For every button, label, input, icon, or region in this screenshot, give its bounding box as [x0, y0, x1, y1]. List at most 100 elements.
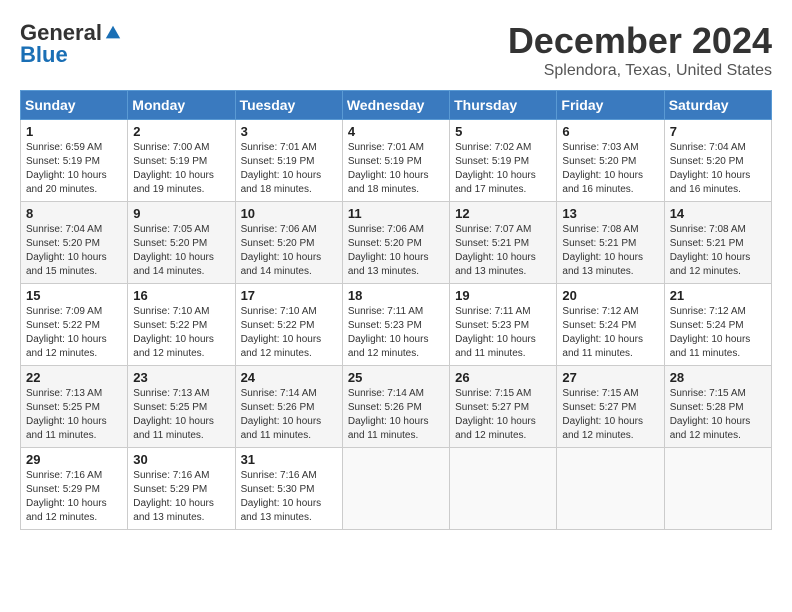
day-number: 3 — [241, 124, 337, 139]
day-info: Sunrise: 7:15 AMSunset: 5:27 PMDaylight:… — [562, 387, 658, 443]
day-info: Sunrise: 7:01 AMSunset: 5:19 PMDaylight:… — [348, 141, 444, 197]
calendar-day-cell: 5 Sunrise: 7:02 AMSunset: 5:19 PMDaylight… — [450, 120, 557, 202]
calendar-day-cell: 10 Sunrise: 7:06 AMSunset: 5:20 PMDayligh… — [235, 202, 342, 284]
day-number: 6 — [562, 124, 658, 139]
calendar-day-cell: 3 Sunrise: 7:01 AMSunset: 5:19 PMDaylight… — [235, 120, 342, 202]
weekday-header: Thursday — [450, 91, 557, 120]
calendar-day-cell: 22Sunrise: 7:13 AMSunset: 5:25 PMDayligh… — [21, 366, 128, 448]
day-info: Sunrise: 7:06 AMSunset: 5:20 PMDaylight:… — [348, 223, 444, 279]
calendar-day-cell: 29Sunrise: 7:16 AMSunset: 5:29 PMDayligh… — [21, 448, 128, 530]
calendar-day-cell — [342, 448, 449, 530]
day-number: 15 — [26, 288, 122, 303]
logo-icon — [104, 24, 122, 42]
calendar-day-cell: 4 Sunrise: 7:01 AMSunset: 5:19 PMDaylight… — [342, 120, 449, 202]
day-info: Sunrise: 7:03 AMSunset: 5:20 PMDaylight:… — [562, 141, 658, 197]
day-number: 21 — [670, 288, 766, 303]
calendar-day-cell: 7Sunrise: 7:04 AMSunset: 5:20 PMDaylight… — [664, 120, 771, 202]
calendar-day-cell: 12Sunrise: 7:07 AMSunset: 5:21 PMDayligh… — [450, 202, 557, 284]
calendar-day-cell: 17 Sunrise: 7:10 AMSunset: 5:22 PMDayligh… — [235, 284, 342, 366]
logo: General Blue — [20, 20, 122, 68]
calendar-week-row: 22 Sunrise: 7:13 AMSunset: 5:25 PMDayligh… — [21, 366, 772, 448]
day-info: Sunrise: 7:14 AMSunset: 5:26 PMDaylight:… — [241, 387, 337, 443]
location-title: Splendora, Texas, United States — [508, 62, 772, 80]
weekday-header: Sunday — [21, 91, 128, 120]
day-number: 20 — [562, 288, 658, 303]
calendar-day-cell — [450, 448, 557, 530]
day-info: Sunrise: 7:11 AMSunset: 5:23 PMDaylight:… — [348, 305, 444, 361]
calendar-day-cell: 15 Sunrise: 7:09 AMSunset: 5:22 PMDayligh… — [21, 284, 128, 366]
calendar-day-cell: 1 Sunrise: 6:59 AMSunset: 5:19 PMDaylight… — [21, 120, 128, 202]
calendar-header-row: SundayMondayTuesdayWednesdayThursdayFrid… — [21, 91, 772, 120]
day-info: Sunrise: 7:09 AMSunset: 5:22 PMDaylight:… — [26, 305, 122, 361]
day-info: Sunrise: 7:14 AMSunset: 5:26 PMDaylight:… — [348, 387, 444, 443]
day-number: 8 — [26, 206, 122, 221]
calendar-table: SundayMondayTuesdayWednesdayThursdayFrid… — [20, 90, 772, 530]
calendar-day-cell: 2 Sunrise: 7:00 AMSunset: 5:19 PMDaylight… — [128, 120, 235, 202]
calendar-day-cell: 6 Sunrise: 7:03 AMSunset: 5:20 PMDaylight… — [557, 120, 664, 202]
page-header: General Blue December 2024 Splendora, Te… — [20, 20, 772, 80]
day-info: Sunrise: 7:16 AMSunset: 5:29 PMDaylight:… — [26, 469, 122, 525]
day-info: Sunrise: 7:01 AMSunset: 5:19 PMDaylight:… — [241, 141, 337, 197]
day-info: Sunrise: 7:12 AMSunset: 5:24 PMDaylight:… — [670, 305, 766, 361]
calendar-day-cell — [557, 448, 664, 530]
calendar-day-cell: 25 Sunrise: 7:14 AMSunset: 5:26 PMDayligh… — [342, 366, 449, 448]
day-info: Sunrise: 7:08 AMSunset: 5:21 PMDaylight:… — [562, 223, 658, 279]
day-number: 19 — [455, 288, 551, 303]
calendar-day-cell: 11 Sunrise: 7:06 AMSunset: 5:20 PMDayligh… — [342, 202, 449, 284]
calendar-day-cell: 30 Sunrise: 7:16 AMSunset: 5:29 PMDayligh… — [128, 448, 235, 530]
day-number: 27 — [562, 370, 658, 385]
day-info: Sunrise: 7:07 AMSunset: 5:21 PMDaylight:… — [455, 223, 551, 279]
calendar-day-cell: 31Sunrise: 7:16 AMSunset: 5:30 PMDayligh… — [235, 448, 342, 530]
calendar-week-row: 15 Sunrise: 7:09 AMSunset: 5:22 PMDayligh… — [21, 284, 772, 366]
day-number: 9 — [133, 206, 229, 221]
calendar-day-cell — [664, 448, 771, 530]
day-number: 17 — [241, 288, 337, 303]
day-info: Sunrise: 7:00 AMSunset: 5:19 PMDaylight:… — [133, 141, 229, 197]
day-number: 25 — [348, 370, 444, 385]
calendar-day-cell: 19 Sunrise: 7:11 AMSunset: 5:23 PMDayligh… — [450, 284, 557, 366]
day-number: 22 — [26, 370, 122, 385]
day-info: Sunrise: 7:06 AMSunset: 5:20 PMDaylight:… — [241, 223, 337, 279]
day-number: 10 — [241, 206, 337, 221]
day-number: 24 — [241, 370, 337, 385]
calendar-day-cell: 16 Sunrise: 7:10 AMSunset: 5:22 PMDayligh… — [128, 284, 235, 366]
day-number: 2 — [133, 124, 229, 139]
calendar-day-cell: 23Sunrise: 7:13 AMSunset: 5:25 PMDayligh… — [128, 366, 235, 448]
title-area: December 2024 Splendora, Texas, United S… — [508, 20, 772, 80]
calendar-day-cell: 13 Sunrise: 7:08 AMSunset: 5:21 PMDayligh… — [557, 202, 664, 284]
day-info: Sunrise: 7:12 AMSunset: 5:24 PMDaylight:… — [562, 305, 658, 361]
calendar-day-cell: 28Sunrise: 7:15 AMSunset: 5:28 PMDayligh… — [664, 366, 771, 448]
day-info: Sunrise: 7:13 AMSunset: 5:25 PMDaylight:… — [133, 387, 229, 443]
calendar-day-cell: 21 Sunrise: 7:12 AMSunset: 5:24 PMDayligh… — [664, 284, 771, 366]
day-number: 4 — [348, 124, 444, 139]
calendar-day-cell: 27 Sunrise: 7:15 AMSunset: 5:27 PMDayligh… — [557, 366, 664, 448]
calendar-week-row: 8Sunrise: 7:04 AMSunset: 5:20 PMDaylight… — [21, 202, 772, 284]
day-info: Sunrise: 7:05 AMSunset: 5:20 PMDaylight:… — [133, 223, 229, 279]
day-number: 13 — [562, 206, 658, 221]
month-title: December 2024 — [508, 20, 772, 62]
day-number: 14 — [670, 206, 766, 221]
day-number: 11 — [348, 206, 444, 221]
day-number: 18 — [348, 288, 444, 303]
day-info: Sunrise: 7:04 AMSunset: 5:20 PMDaylight:… — [670, 141, 766, 197]
day-info: Sunrise: 7:11 AMSunset: 5:23 PMDaylight:… — [455, 305, 551, 361]
day-info: Sunrise: 7:10 AMSunset: 5:22 PMDaylight:… — [133, 305, 229, 361]
calendar-day-cell: 9 Sunrise: 7:05 AMSunset: 5:20 PMDaylight… — [128, 202, 235, 284]
day-info: Sunrise: 7:16 AMSunset: 5:29 PMDaylight:… — [133, 469, 229, 525]
day-number: 5 — [455, 124, 551, 139]
calendar-day-cell: 26Sunrise: 7:15 AMSunset: 5:27 PMDayligh… — [450, 366, 557, 448]
calendar-day-cell: 18 Sunrise: 7:11 AMSunset: 5:23 PMDayligh… — [342, 284, 449, 366]
weekday-header: Monday — [128, 91, 235, 120]
day-number: 30 — [133, 452, 229, 467]
weekday-header: Wednesday — [342, 91, 449, 120]
day-number: 26 — [455, 370, 551, 385]
day-number: 16 — [133, 288, 229, 303]
calendar-week-row: 1 Sunrise: 6:59 AMSunset: 5:19 PMDaylight… — [21, 120, 772, 202]
day-number: 28 — [670, 370, 766, 385]
day-info: Sunrise: 7:02 AMSunset: 5:19 PMDaylight:… — [455, 141, 551, 197]
day-info: Sunrise: 6:59 AMSunset: 5:19 PMDaylight:… — [26, 141, 122, 197]
day-info: Sunrise: 7:10 AMSunset: 5:22 PMDaylight:… — [241, 305, 337, 361]
weekday-header: Tuesday — [235, 91, 342, 120]
day-number: 1 — [26, 124, 122, 139]
calendar-day-cell: 24 Sunrise: 7:14 AMSunset: 5:26 PMDayligh… — [235, 366, 342, 448]
